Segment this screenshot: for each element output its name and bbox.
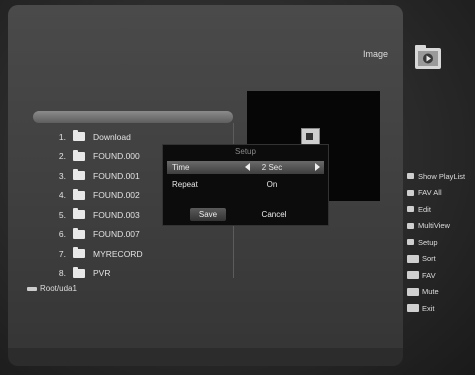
item-name: FOUND.007 (93, 229, 140, 240)
folder-icon (73, 247, 85, 259)
item-number: 1. (58, 131, 66, 142)
save-button[interactable]: Save (190, 208, 226, 221)
green-key-icon (407, 189, 414, 196)
exit-key-icon (407, 304, 419, 313)
root-path: Root/uda1 (27, 284, 77, 293)
list-header (33, 111, 233, 123)
item-name: FOUND.003 (93, 209, 140, 220)
page-title: Image (363, 49, 389, 59)
legend-item: Exit (407, 300, 475, 317)
item-number: 4. (58, 190, 66, 201)
item-name: FOUND.001 (93, 170, 140, 181)
legend-label: MultiView (418, 221, 450, 231)
folder-icon (73, 130, 85, 142)
time-label: Time (172, 163, 190, 172)
folder-icon (73, 149, 85, 161)
cancel-button[interactable]: Cancel (255, 208, 293, 221)
legend-item: Sort (407, 251, 475, 268)
screen: Image 1. Download 2. FOUND.000 3. FOUND.… (0, 0, 475, 375)
repeat-setting-row[interactable]: Repeat On (167, 178, 324, 191)
sort-key-icon (407, 254, 419, 263)
image-folder-icon (415, 45, 441, 69)
time-value: 2 Sec (261, 163, 283, 172)
legend-label: Mute (422, 287, 439, 297)
legend-label: Edit (418, 204, 431, 214)
item-number: 6. (58, 229, 66, 240)
bottom-strip (8, 348, 403, 366)
folder-icon (73, 169, 85, 181)
legend-label: FAV All (418, 188, 442, 198)
list-item[interactable]: 6. FOUND.007 (52, 225, 232, 245)
mute-key-icon (407, 287, 419, 296)
key-legend: Show PlayList FAV All Edit MultiView Set… (407, 168, 475, 317)
item-name: PVR (93, 268, 111, 279)
list-item[interactable]: 8. PVR (52, 264, 232, 284)
folder-icon (73, 208, 85, 220)
legend-item: Setup (407, 234, 475, 251)
item-number: 8. (58, 268, 66, 279)
root-path-label: Root/uda1 (40, 284, 77, 293)
legend-label: Sort (422, 254, 436, 264)
repeat-label: Repeat (172, 180, 198, 189)
yellow-key-icon (407, 206, 414, 213)
folder-icon (73, 227, 85, 239)
legend-item: FAV All (407, 185, 475, 202)
item-name: Download (93, 131, 131, 142)
item-name: MYRECORD (93, 248, 143, 259)
folder-icon (73, 188, 85, 200)
legend-item: Show PlayList (407, 168, 475, 185)
item-name: FOUND.000 (93, 151, 140, 162)
item-number: 2. (58, 151, 66, 162)
legend-label: Setup (418, 237, 438, 247)
arrow-right-icon[interactable] (315, 163, 320, 171)
legend-item: MultiView (407, 218, 475, 235)
item-number: 3. (58, 170, 66, 181)
folder-icon (73, 266, 85, 278)
item-number: 7. (58, 248, 66, 259)
legend-item: FAV (407, 267, 475, 284)
item-number: 5. (58, 209, 66, 220)
setup-key-icon (407, 239, 414, 246)
setup-dialog: Setup Time 2 Sec Repeat On Save Cancel (162, 144, 329, 226)
fav-key-icon (407, 271, 419, 280)
time-setting-row[interactable]: Time 2 Sec (167, 161, 324, 174)
red-key-icon (407, 173, 414, 180)
repeat-value: On (266, 180, 278, 189)
legend-label: FAV (422, 270, 436, 280)
blue-key-icon (407, 222, 414, 229)
legend-label: Show PlayList (418, 171, 466, 181)
legend-item: Edit (407, 201, 475, 218)
dialog-title: Setup (235, 147, 256, 156)
usb-icon (27, 286, 37, 291)
legend-label: Exit (422, 303, 435, 313)
list-item[interactable]: 7. MYRECORD (52, 244, 232, 264)
legend-item: Mute (407, 284, 475, 301)
item-name: FOUND.002 (93, 190, 140, 201)
